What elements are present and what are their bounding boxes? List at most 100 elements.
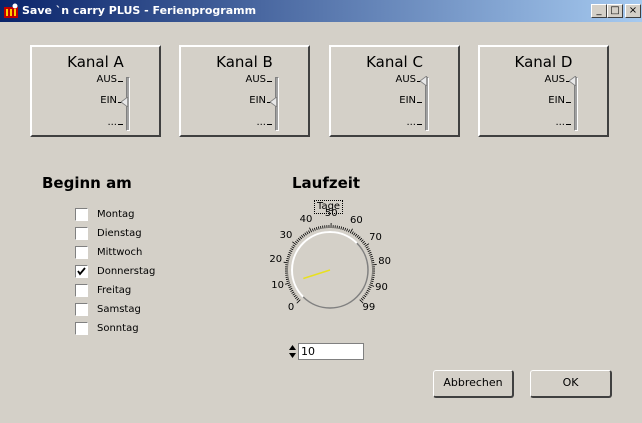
dial-tick [364, 243, 370, 247]
dial-tick [315, 227, 318, 231]
dial-tick [368, 286, 372, 289]
dial-tick [370, 278, 375, 280]
channel-slider-thumb[interactable] [121, 97, 131, 107]
dial-tick [299, 236, 303, 240]
channel-tick [118, 124, 123, 125]
runtime-title: Laufzeit [292, 174, 361, 192]
window-title: Save `n carry PLUS - Ferienprogramm [22, 4, 257, 17]
day-checkbox[interactable] [75, 227, 88, 240]
minimize-button[interactable]: _ [591, 4, 607, 18]
maximize-button[interactable]: □ [607, 4, 623, 18]
dial-tick [289, 249, 293, 253]
dial-tick [290, 248, 294, 251]
channel-title: Kanal C [366, 53, 423, 71]
dial-tick [292, 244, 296, 247]
day-checkbox[interactable] [75, 284, 88, 297]
dial-tick [342, 227, 345, 231]
ok-button-label: OK [562, 376, 579, 389]
channel-level-label: EIN [399, 95, 416, 106]
dial-tick [288, 251, 292, 254]
channel-level-label: ... [256, 117, 266, 128]
dial-tick [370, 260, 375, 262]
channel-slider-thumb[interactable] [270, 97, 280, 107]
dial-tick [340, 226, 343, 230]
dial-tick [364, 293, 368, 296]
day-checkbox[interactable] [75, 208, 88, 221]
dial-tick [371, 264, 377, 266]
dial-tick [367, 287, 371, 291]
dial-tick [353, 232, 356, 236]
channel-slider-thumb[interactable] [420, 76, 430, 86]
cancel-button-label: Abbrechen [443, 376, 503, 389]
dial-tick [366, 289, 370, 292]
day-checkbox[interactable] [75, 322, 88, 335]
dial-tick [366, 248, 370, 251]
spin-arrows-icon[interactable] [288, 343, 297, 360]
dial-tick [367, 249, 371, 253]
cancel-button[interactable]: Abbrechen [433, 370, 514, 398]
dial-tick [287, 284, 291, 287]
dial-tick [370, 257, 374, 260]
runtime-input[interactable]: 10 [298, 343, 364, 360]
dial-tick [311, 228, 314, 232]
day-label: Montag [97, 209, 135, 220]
channel-level-label: EIN [100, 95, 117, 106]
channel-panel-b: Kanal B AUS EIN... [179, 45, 310, 137]
runtime-dial[interactable] [270, 215, 390, 325]
dial-tick [338, 225, 340, 230]
dial-tick [306, 231, 309, 235]
day-label: Dienstag [97, 228, 142, 239]
dial-tick [297, 237, 301, 241]
checkmark-icon [77, 267, 86, 276]
channel-level-label: ... [555, 117, 565, 128]
channel-panel-d: Kanal D AUS EIN... [478, 45, 609, 137]
dial-tick [287, 255, 291, 258]
dial-tick [288, 286, 292, 289]
dial-tick [351, 231, 354, 235]
dial-tick [317, 226, 320, 230]
channel-level-label: ... [406, 117, 416, 128]
channel-level-label: AUS [96, 74, 117, 85]
dial-tick [296, 297, 300, 301]
channel-tick [118, 81, 123, 82]
runtime-spinner[interactable]: 10 [288, 343, 364, 360]
close-button[interactable]: × [625, 4, 641, 18]
dial-tick [295, 296, 298, 299]
dial-tick [296, 239, 300, 243]
dial-tick [359, 237, 363, 241]
channel-level-label: EIN [249, 95, 266, 106]
dial-tick [313, 227, 316, 231]
channel-title: Kanal D [514, 53, 573, 71]
dial-tick [295, 241, 298, 244]
day-checkbox[interactable] [75, 246, 88, 259]
dial-tick [309, 227, 313, 233]
ok-button[interactable]: OK [530, 370, 612, 398]
day-checkbox[interactable] [75, 303, 88, 316]
dial-tick [308, 230, 311, 234]
dial-tick [363, 242, 367, 246]
dial-tick [292, 241, 297, 246]
dial-tick [347, 229, 351, 233]
day-checkbox[interactable] [75, 265, 88, 278]
dial-tick [368, 251, 372, 254]
dial-tick [302, 233, 306, 237]
dial-tick [360, 297, 364, 301]
channel-tick [417, 102, 422, 103]
dial-tick [365, 246, 369, 249]
dial-tick [289, 287, 293, 291]
day-label: Donnerstag [97, 266, 156, 277]
channel-tick [566, 102, 571, 103]
dial-tick [365, 291, 369, 294]
day-label: Samstag [97, 304, 141, 315]
channel-tick [267, 81, 272, 82]
dial-tick [360, 239, 364, 243]
dial-tick [369, 284, 375, 287]
dial-tick [286, 280, 290, 283]
channel-panel-a: Kanal A AUS EIN... [30, 45, 161, 137]
dial-tick [286, 257, 290, 260]
channel-level-label: ... [107, 117, 117, 128]
day-label: Freitag [97, 285, 132, 296]
channel-slider-thumb[interactable] [569, 76, 579, 86]
dial-tick [356, 235, 359, 238]
channel-level-label: AUS [395, 74, 416, 85]
